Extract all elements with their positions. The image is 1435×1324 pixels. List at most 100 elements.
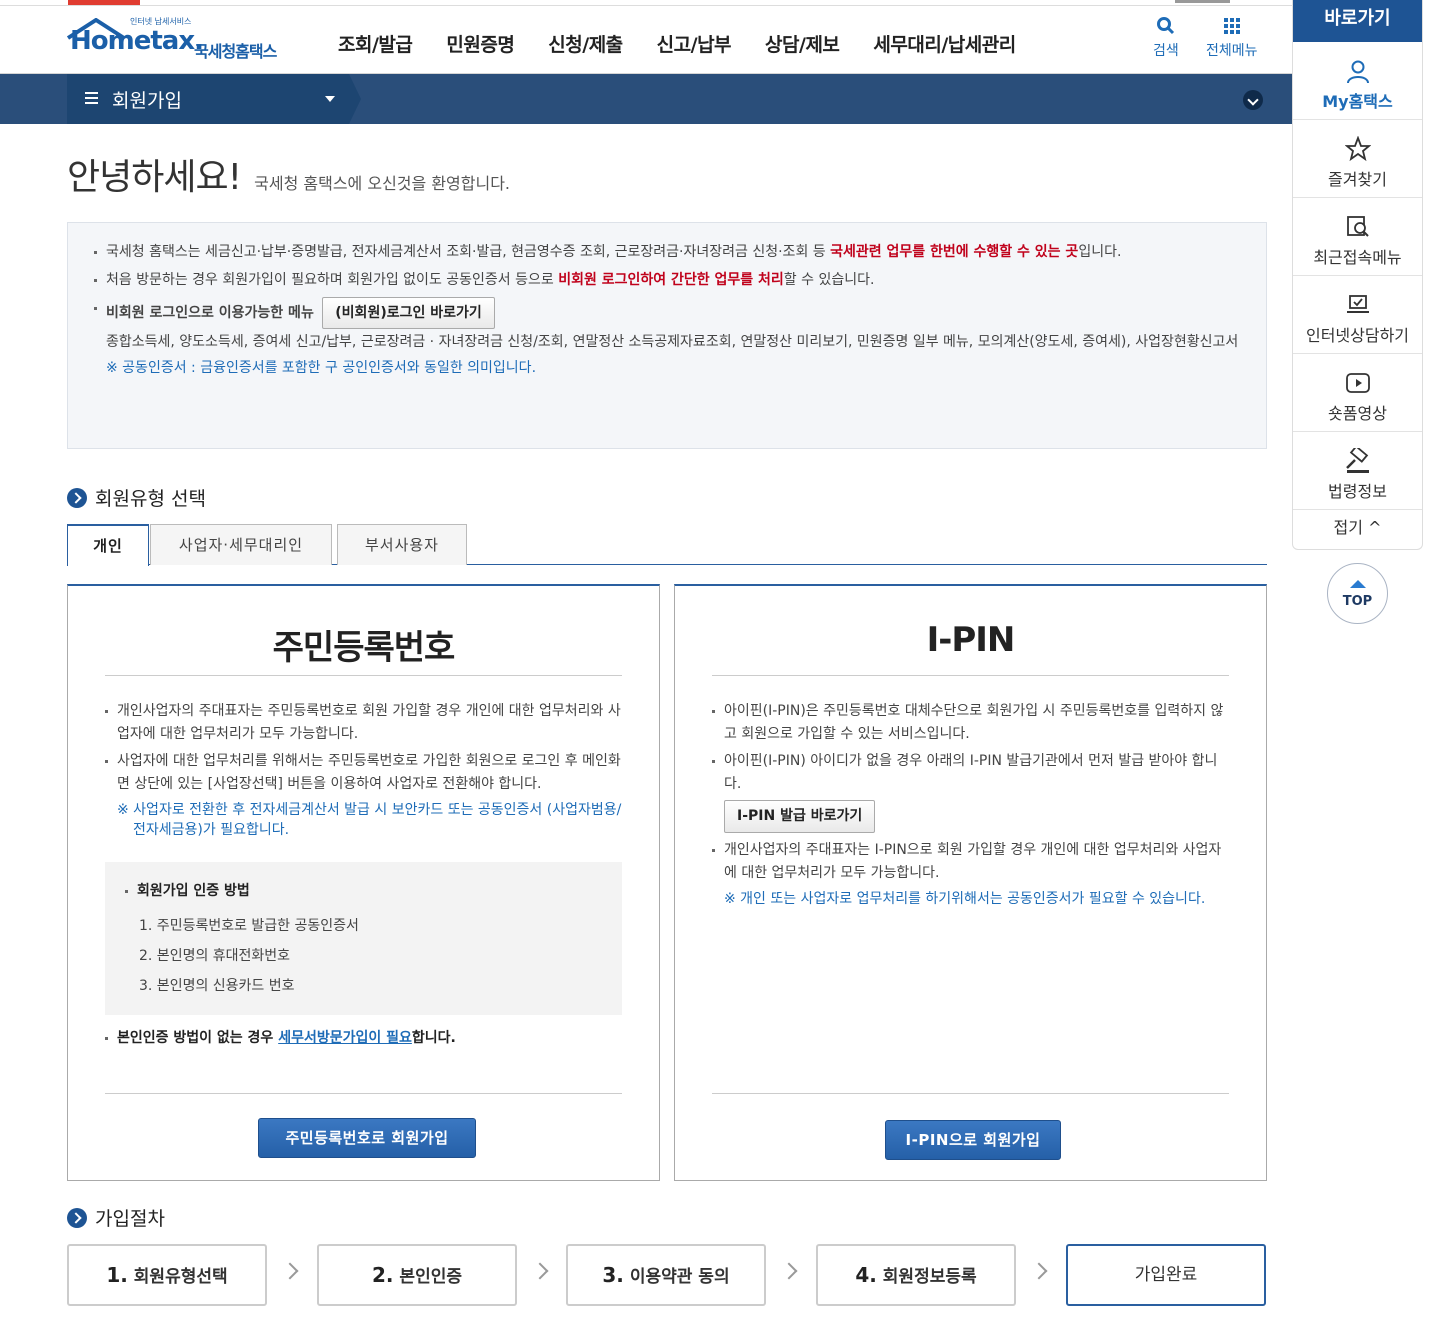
ipin-issue-button[interactable]: I-PIN 발급 바로가기	[724, 800, 876, 833]
info-item: 국세청 홈택스는 세금신고·납부·증명발급, 전자세금계산서 조회·발급, 현금…	[92, 241, 1242, 263]
step-label: 가입완료	[1134, 1265, 1198, 1285]
rrn-signup-button[interactable]: 주민등록번호로 회원가입	[258, 1118, 476, 1158]
quick-menu: 바로가기 My홈택스 즐겨찾기 최근접속메뉴 인터넷상담하기 숏폼영상 법령정보…	[1292, 0, 1423, 550]
greeting-subtitle: 국세청 홈택스에 오신것을 환영합니다.	[254, 174, 511, 193]
current-menu-label: 회원가입	[112, 90, 182, 112]
hamburger-icon	[85, 92, 98, 107]
allmenu-label: 전체메뉴	[1206, 43, 1258, 59]
quick-item-law-info[interactable]: 법령정보	[1293, 432, 1422, 510]
rrn-signup-card: 주민등록번호 개인사업자의 주대표자는 주민등록번호로 회원 가입할 경우 개인…	[67, 584, 660, 1181]
allmenu-button[interactable]: 전체메뉴	[1206, 16, 1258, 60]
top-gray-bar	[1175, 0, 1230, 3]
member-type-heading: 회원유형 선택	[67, 484, 206, 511]
quick-item-favorites[interactable]: 즐겨찾기	[1293, 120, 1422, 198]
ipin-signup-card: I-PIN 아이핀(I-PIN)은 주민등록번호 대체수단으로 회원가입 시 주…	[674, 584, 1267, 1181]
chevron-right-icon	[531, 1262, 549, 1280]
recent-search-icon	[1346, 216, 1369, 237]
step-number: 2.	[372, 1263, 394, 1287]
nav-item[interactable]: 민원증명	[446, 30, 514, 57]
nonmember-menu-list: 종합소득세, 양도소득세, 증여세 신고/납부, 근로장려금 · 자녀장려금 신…	[106, 334, 1239, 350]
nav-item[interactable]: 신청/제출	[548, 30, 623, 57]
step-label: 이용약관 동의	[623, 1267, 730, 1287]
visit-text: 본인인증 방법이 없는 경우	[117, 1030, 279, 1046]
step-label: 회원정보등록	[876, 1267, 977, 1287]
nav-item[interactable]: 신고/납부	[657, 30, 732, 57]
rrn-card-body: 개인사업자의 주대표자는 주민등록번호로 회원 가입할 경우 개인에 대한 업무…	[105, 700, 622, 1054]
ipin-signup-button[interactable]: I-PIN으로 회원가입	[885, 1120, 1061, 1160]
search-button[interactable]: 검색	[1153, 16, 1179, 60]
certificate-note: ※ 공동인증서 : 금융인증서를 포함한 구 공인인증서와 동일한 의미입니다.	[106, 360, 537, 376]
nav-item[interactable]: 조회/발급	[338, 30, 413, 57]
gavel-icon	[1345, 448, 1369, 473]
info-text: 할 수 있습니다.	[783, 272, 875, 288]
quick-item-label: 즐겨찾기	[1328, 170, 1387, 189]
auth-method-item: 3. 본인명의 신용카드 번호	[139, 978, 295, 994]
member-type-title: 회원유형 선택	[95, 488, 206, 510]
info-item: 비회원 로그인으로 이용가능한 메뉴 (비회원)로그인 바로가기	[92, 297, 1242, 329]
tab-individual[interactable]: 개인	[67, 524, 149, 566]
logo-text: Hometax.	[70, 26, 204, 56]
search-icon	[1156, 17, 1174, 35]
quick-item-label: 최근접속메뉴	[1313, 248, 1402, 267]
procedure-heading: 가입절차	[67, 1204, 165, 1231]
expand-chevron-icon[interactable]	[1243, 90, 1263, 110]
hometax-logo[interactable]: 인터넷 납세서비스 Hometax. 국세청홈택스	[66, 14, 296, 68]
info-text: 입니다.	[1078, 244, 1122, 260]
nav-item[interactable]: 상담/제보	[765, 30, 840, 57]
visit-signup-info: 본인인증 방법이 없는 경우 세무서방문가입이 필요합니다.	[105, 1027, 622, 1050]
quick-menu-title: 바로가기	[1293, 0, 1422, 42]
header: 인터넷 납세서비스 Hometax. 국세청홈택스 조회/발급 민원증명 신청/…	[0, 6, 1292, 74]
user-icon	[1346, 60, 1369, 84]
arrow-circle-icon	[67, 488, 87, 508]
quick-item-label: 법령정보	[1328, 482, 1387, 501]
nav-item[interactable]: 세무대리/납세관리	[873, 30, 1016, 57]
logo-korean: 국세청홈택스	[194, 42, 277, 61]
ipin-info-item: 아이핀(I-PIN)은 주민등록번호 대체수단으로 회원가입 시 주민등록번호를…	[712, 700, 1229, 746]
tab-business[interactable]: 사업자·세무대리인	[150, 524, 332, 565]
arrow-up-icon	[1349, 580, 1366, 588]
tab-department[interactable]: 부서사용자	[337, 524, 467, 565]
ipin-issue-wrap: I-PIN 발급 바로가기	[724, 800, 1229, 833]
auth-method-item: 1. 주민등록번호로 발급한 공동인증서	[139, 918, 359, 934]
step-member-type: 1. 회원유형선택	[67, 1244, 267, 1306]
step-terms: 3. 이용약관 동의	[566, 1244, 766, 1306]
info-highlight: 비회원 로그인하여 간단한 업무를 처리	[558, 272, 784, 288]
quick-item-my-hometax[interactable]: My홈택스	[1293, 42, 1422, 120]
visit-signup-link[interactable]: 세무서방문가입이 필요	[278, 1030, 412, 1046]
top-button[interactable]: TOP	[1327, 563, 1388, 624]
quick-item-online-consult[interactable]: 인터넷상담하기	[1293, 276, 1422, 354]
top-red-tab[interactable]	[68, 0, 140, 5]
global-nav: 조회/발급 민원증명 신청/제출 신고/납부 상담/제보 세무대리/납세관리	[338, 30, 1050, 57]
nonmember-menu-label: 비회원 로그인으로 이용가능한 메뉴	[106, 305, 314, 321]
greeting-title: 안녕하세요!	[67, 157, 242, 198]
greeting: 안녕하세요! 국세청 홈택스에 오신것을 환영합니다.	[67, 148, 510, 200]
quick-item-shorts[interactable]: 숏폼영상	[1293, 354, 1422, 432]
quick-item-label: My홈택스	[1322, 92, 1393, 111]
divider	[105, 1093, 622, 1094]
chevron-right-icon	[281, 1262, 299, 1280]
quick-item-label: 숏폼영상	[1328, 404, 1387, 423]
ipin-note: ※ 개인 또는 사업자로 업무처리를 하기위해서는 공동인증서가 필요할 수 있…	[724, 891, 1206, 907]
auth-methods-box: 회원가입 인증 방법 1. 주민등록번호로 발급한 공동인증서 2. 본인명의 …	[105, 862, 622, 1015]
ipin-card-body: 아이핀(I-PIN)은 주민등록번호 대체수단으로 회원가입 시 주민등록번호를…	[712, 700, 1229, 909]
quick-item-recent-menu[interactable]: 최근접속메뉴	[1293, 198, 1422, 276]
caret-down-icon	[325, 96, 335, 102]
auth-methods-title: 회원가입 인증 방법	[125, 880, 602, 903]
divider	[712, 1093, 1229, 1094]
quick-fold-button[interactable]: 접기 ^	[1293, 510, 1422, 546]
auth-method-item: 2. 본인명의 휴대전화번호	[139, 948, 291, 964]
rrn-card-title: 주민등록번호	[272, 628, 456, 668]
info-text: 국세청 홈택스는 세금신고·납부·증명발급, 전자세금계산서 조회·발급, 현금…	[106, 244, 831, 260]
info-box: 국세청 홈택스는 세금신고·납부·증명발급, 전자세금계산서 조회·발급, 현금…	[67, 222, 1267, 449]
nonmember-login-button[interactable]: (비회원)로그인 바로가기	[322, 297, 495, 329]
chevron-right-icon	[780, 1262, 798, 1280]
ipin-info-item: 개인사업자의 주대표자는 I-PIN으로 회원 가입할 경우 개인에 대한 업무…	[712, 839, 1229, 885]
current-menu-select[interactable]: 회원가입	[67, 74, 361, 124]
arrow-circle-icon	[67, 1208, 87, 1228]
step-number: 1.	[106, 1263, 128, 1287]
step-number: 4.	[855, 1263, 877, 1287]
rrn-info-item: 사업자에 대한 업무처리를 위해서는 주민등록번호로 가입한 회원으로 로그인 …	[105, 750, 622, 796]
chevron-up-icon: ^	[1368, 518, 1382, 537]
step-complete: 가입완료	[1066, 1244, 1266, 1306]
play-video-icon	[1345, 373, 1370, 393]
